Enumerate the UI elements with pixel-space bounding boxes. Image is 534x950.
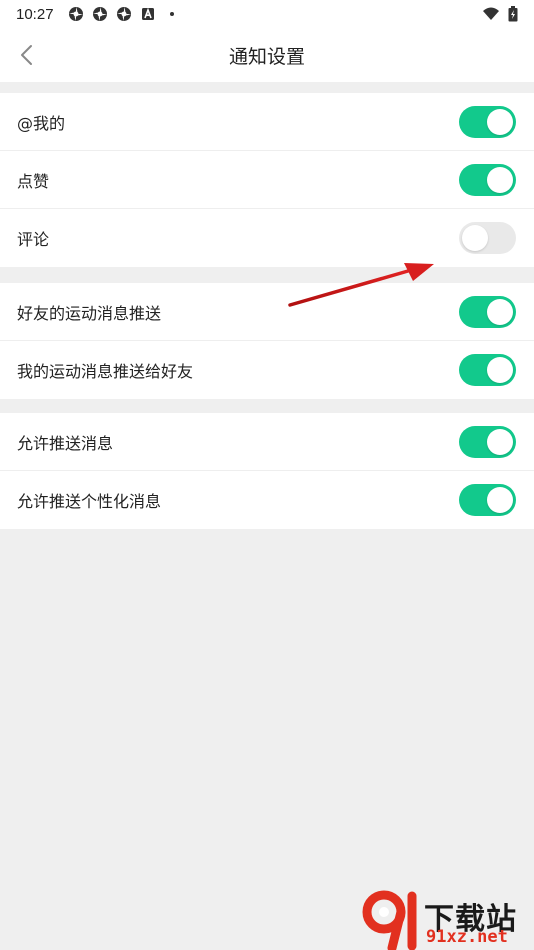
toggle-comments[interactable] bbox=[459, 222, 516, 254]
page-title: 通知设置 bbox=[228, 45, 305, 68]
dot-icon bbox=[169, 12, 174, 16]
row-label: 允许推送个性化消息 bbox=[17, 492, 162, 511]
settings-row-allow-personalized-push: 允许推送个性化消息 bbox=[0, 471, 534, 529]
chevron-left-icon bbox=[21, 45, 32, 65]
row-label: 好友的运动消息推送 bbox=[17, 303, 162, 323]
status-icons-left bbox=[68, 6, 180, 22]
watermark: 下载站 91xz.net bbox=[362, 890, 534, 950]
notification-icon bbox=[116, 7, 131, 21]
toggle-allow-push[interactable] bbox=[459, 425, 516, 458]
settings-row-allow-push: 允许推送消息 bbox=[0, 413, 534, 471]
toggle-knob bbox=[487, 108, 513, 135]
toggle-knob bbox=[487, 357, 513, 383]
toggle-friend-activity-push[interactable] bbox=[459, 295, 516, 328]
row-label: 评论 bbox=[17, 230, 50, 249]
toggle-allow-personalized-push[interactable] bbox=[459, 484, 516, 516]
status-icons-right bbox=[482, 6, 518, 22]
toggle-knob bbox=[487, 487, 513, 513]
toggle-mention-me[interactable] bbox=[459, 105, 516, 138]
toggle-knob bbox=[487, 428, 513, 455]
toggle-likes[interactable] bbox=[459, 163, 516, 196]
toggle-share-activity-to-friends[interactable] bbox=[459, 354, 516, 386]
watermark-site: 91xz.net bbox=[426, 927, 508, 947]
toggle-knob bbox=[487, 298, 513, 325]
settings-section-friends: 好友的运动消息推送 我的运动消息推送给好友 bbox=[0, 283, 534, 399]
row-label: @我的 bbox=[17, 113, 66, 133]
settings-row-share-activity-to-friends: 我的运动消息推送给好友 bbox=[0, 341, 534, 399]
battery-icon bbox=[508, 6, 518, 22]
settings-row-likes: 点赞 bbox=[0, 151, 534, 209]
status-bar: 10:27 bbox=[0, 0, 534, 28]
settings-row-friend-activity-push: 好友的运动消息推送 bbox=[0, 283, 534, 341]
annotation-arrow bbox=[288, 263, 434, 307]
status-time: 10:27 bbox=[16, 5, 54, 23]
row-label: 允许推送消息 bbox=[17, 433, 114, 453]
settings-section-push: 允许推送消息 允许推送个性化消息 bbox=[0, 413, 534, 529]
wifi-icon bbox=[483, 7, 499, 20]
toggle-knob bbox=[487, 166, 513, 193]
notification-icon bbox=[68, 7, 83, 21]
app-a-icon bbox=[141, 7, 154, 20]
back-button[interactable] bbox=[10, 39, 42, 71]
settings-row-comments: 评论 bbox=[0, 209, 534, 267]
notification-icon bbox=[92, 7, 107, 21]
settings-section-mentions: @我的 点赞 评论 bbox=[0, 93, 534, 267]
watermark-logo-icon bbox=[362, 890, 417, 950]
row-label: 我的运动消息推送给好友 bbox=[17, 362, 194, 381]
row-label: 点赞 bbox=[17, 171, 50, 191]
toggle-knob bbox=[462, 225, 488, 251]
settings-row-mention-me: @我的 bbox=[0, 93, 534, 151]
header-bar: 通知设置 bbox=[0, 28, 534, 82]
